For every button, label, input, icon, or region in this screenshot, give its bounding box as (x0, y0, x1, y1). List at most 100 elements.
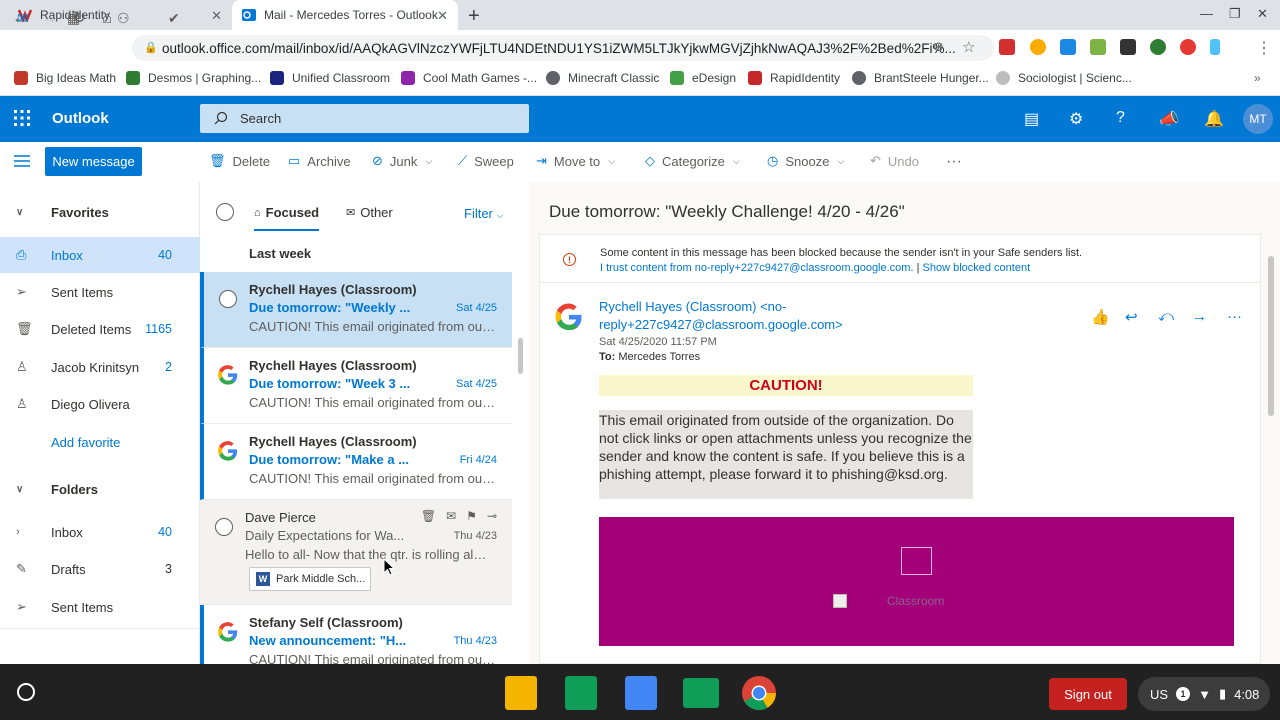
app-launcher-icon[interactable] (14, 110, 30, 126)
snooze-button[interactable]: ◷ Snooze ⌵ (767, 153, 844, 169)
tasks-icon[interactable]: ✔ (168, 10, 180, 27)
chrome-menu-icon[interactable]: ⋮ (1256, 38, 1272, 58)
undo-button[interactable]: ↶ Undo (870, 153, 919, 169)
address-bar[interactable]: 🔒 outlook.office.com/mail/inbox/id/AAQkA… (132, 35, 994, 61)
flag-icon[interactable]: ⚑ (466, 509, 477, 523)
favorites-header[interactable]: ∨ Favorites (0, 194, 200, 230)
bookmark-item[interactable]: Cool Math Games -... (401, 71, 537, 85)
avatar[interactable]: MT (1243, 104, 1273, 134)
mark-unread-icon[interactable]: ✉ (446, 509, 456, 523)
notifications-bell-icon[interactable]: 🔔 (1204, 109, 1224, 129)
nav-item-diego-olivera[interactable]: ♙ Diego Olivera (0, 386, 200, 422)
help-icon[interactable]: ? (1116, 109, 1125, 127)
close-tab-icon[interactable]: ✕ (437, 8, 448, 24)
close-window-icon[interactable]: ✕ (1257, 6, 1268, 22)
list-item[interactable]: Rychell Hayes (Classroom) Due tomorrow: … (200, 424, 512, 500)
add-icon[interactable]: ⊕ (933, 39, 944, 55)
bookmark-item[interactable]: RapidIdentity (748, 71, 840, 85)
extension-icon[interactable] (1120, 39, 1136, 55)
new-tab-button[interactable]: + (468, 5, 480, 28)
forward-icon[interactable]: → (41, 8, 58, 28)
attachment-chip[interactable]: W Park Middle Sch... (249, 567, 371, 591)
status-tray[interactable]: US 1 ▼ ▮ 4:08 (1138, 677, 1270, 711)
list-item[interactable]: Stefany Self (Classroom) New announcemen… (200, 605, 512, 667)
nav-item-deleted-items[interactable]: 🗑 Deleted Items 1165 (0, 311, 200, 347)
restore-icon[interactable]: ❐ (1229, 6, 1241, 22)
bookmark-item[interactable]: eDesign (670, 71, 736, 85)
extension-icon[interactable] (999, 39, 1015, 55)
recipient-name[interactable]: Mercedes Torres (618, 351, 700, 363)
tab-other[interactable]: ✉ Other (346, 205, 393, 220)
sender-address[interactable]: Rychell Hayes (Classroom) <no-reply+227c… (599, 298, 939, 334)
reply-all-icon[interactable]: ⤺ (1158, 308, 1174, 325)
my-day-icon[interactable]: ▤ (1024, 109, 1039, 129)
select-radio[interactable] (219, 290, 237, 308)
bookmark-item[interactable]: BrantSteele Hunger... (852, 71, 989, 85)
nav-item-inbox[interactable]: ⎙ Inbox 40 (0, 237, 200, 273)
tab-outlook[interactable]: Mail - Mercedes Torres - Outlook ✕ (232, 0, 458, 30)
select-all-checkbox[interactable] (216, 203, 234, 221)
add-favorite-link[interactable]: Add favorite (0, 424, 200, 460)
google-slides-icon[interactable] (505, 676, 537, 710)
settings-gear-icon[interactable]: ⚙ (1069, 109, 1083, 129)
minimize-icon[interactable]: — (1200, 6, 1213, 21)
google-docs-icon[interactable] (625, 676, 657, 710)
list-item[interactable]: Rychell Hayes (Classroom) Due tomorrow: … (200, 272, 512, 348)
trust-sender-link[interactable]: I trust content from no-reply+227c9427@c… (600, 262, 914, 274)
nav-folder-inbox[interactable]: › Inbox 40 (0, 514, 200, 550)
pin-icon[interactable]: ⊸ (487, 509, 497, 523)
bookmark-item[interactable]: Sociologist | Scienc... (996, 71, 1132, 85)
delete-button[interactable]: 🗑 Delete (209, 153, 270, 169)
like-icon[interactable]: 👍 (1091, 308, 1110, 326)
feedback-megaphone-icon[interactable]: 📣 (1159, 109, 1179, 129)
search-input[interactable]: Search (200, 104, 529, 133)
chrome-icon[interactable] (741, 675, 777, 711)
nav-item-jacob-krinitsyn[interactable]: ♙ Jacob Krinitsyn 2 (0, 349, 200, 385)
list-scrollbar[interactable] (518, 338, 523, 374)
tab-focused[interactable]: ⌂ Focused (254, 205, 320, 231)
nav-folder-drafts[interactable]: ✎ Drafts 3 (0, 551, 200, 587)
close-tab-icon[interactable]: ✕ (211, 8, 222, 24)
sign-out-button[interactable]: Sign out (1049, 678, 1127, 710)
sweep-button[interactable]: ⟋ Sweep (458, 153, 514, 169)
forward-icon[interactable]: → (1192, 308, 1207, 325)
extension-icon[interactable] (1150, 39, 1166, 55)
new-message-button[interactable]: New message (45, 147, 142, 176)
launcher-icon[interactable] (17, 683, 35, 701)
bookmark-item[interactable]: Minecraft Classic (546, 71, 659, 85)
folders-header[interactable]: ∨ Folders (0, 471, 200, 507)
google-sheets-icon[interactable] (565, 676, 597, 710)
app-title[interactable]: Outlook (52, 110, 109, 127)
list-item[interactable]: Dave Pierce 🗑 ✉ ⚑ ⊸ Daily Expectations f… (200, 500, 512, 605)
bookmark-item[interactable]: Desmos | Graphing... (126, 71, 261, 85)
extension-icon[interactable] (1180, 39, 1196, 55)
extension-icon[interactable] (1090, 39, 1106, 55)
show-blocked-link[interactable]: Show blocked content (923, 262, 1031, 274)
extension-icon[interactable] (1210, 39, 1220, 55)
junk-button[interactable]: ⊘ Junk ⌵ (372, 153, 432, 169)
more-actions-icon[interactable]: ··· (946, 153, 962, 171)
calendar-icon[interactable]: ▦ (67, 10, 80, 27)
list-item[interactable]: Rychell Hayes (Classroom) Due tomorrow: … (200, 348, 512, 424)
extension-icon[interactable] (1060, 39, 1076, 55)
bookmark-star-icon[interactable]: ☆ (962, 38, 975, 56)
bookmark-item[interactable]: Big Ideas Math (14, 71, 116, 85)
more-actions-icon[interactable]: ··· (1227, 308, 1242, 325)
delete-icon[interactable]: 🗑 (421, 509, 436, 523)
categorize-button[interactable]: ◇ Categorize ⌵ (645, 153, 740, 169)
reply-icon[interactable]: ↩ (1125, 308, 1138, 326)
home-icon[interactable]: ⌂ (102, 8, 112, 28)
filter-button[interactable]: Filter ⌵ (464, 206, 503, 221)
select-radio[interactable] (215, 518, 233, 536)
bookmark-item[interactable]: Unified Classroom (270, 71, 390, 85)
mail-icon[interactable]: ✉ (17, 10, 29, 27)
reading-scrollbar[interactable] (1268, 256, 1274, 416)
archive-button[interactable]: ▭ Archive (288, 153, 351, 169)
people-icon[interactable]: ⚇ (117, 10, 130, 27)
nav-item-sent-items[interactable]: ➢ Sent Items (0, 274, 200, 310)
more-bookmarks-icon[interactable]: » (1254, 71, 1261, 85)
hamburger-menu-icon[interactable] (14, 155, 30, 167)
google-classroom-icon[interactable] (683, 678, 719, 708)
extension-icon[interactable] (1030, 39, 1046, 55)
nav-folder-sent-items[interactable]: ➢ Sent Items (0, 589, 200, 625)
